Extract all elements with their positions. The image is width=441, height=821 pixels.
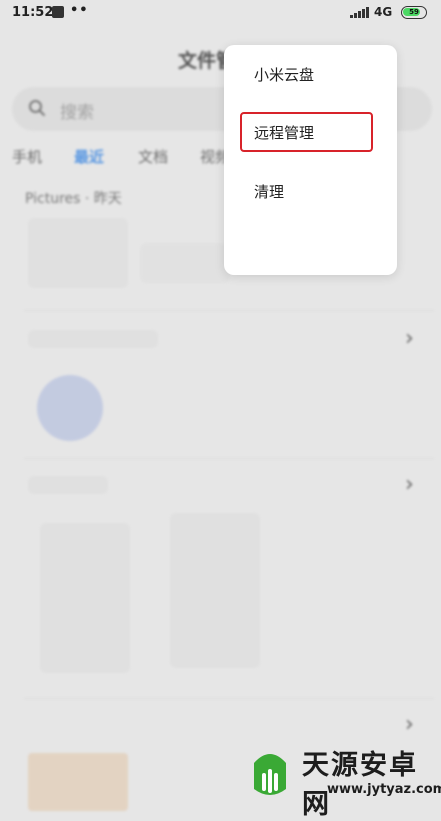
battery-icon: 59 [401, 6, 427, 19]
tab-documents[interactable]: 文档 [138, 146, 168, 167]
image-thumbnail[interactable] [37, 375, 103, 441]
image-thumbnail[interactable] [170, 513, 260, 668]
image-thumbnail[interactable] [28, 753, 128, 811]
section-title: Pictures · 昨天 [25, 191, 122, 207]
search-icon [29, 100, 45, 116]
battery-percent: 59 [409, 8, 419, 16]
recent-thumbnail[interactable] [28, 218, 128, 288]
notification-dots: •• [70, 3, 89, 18]
recent-thumbnail[interactable] [140, 243, 230, 283]
image-thumbnail[interactable] [40, 523, 130, 673]
divider [24, 698, 434, 699]
watermark-logo-icon [254, 754, 286, 795]
highlight-box [240, 112, 373, 152]
tab-recent[interactable]: 最近 [74, 146, 104, 167]
status-time: 11:52 [12, 5, 54, 20]
overflow-menu: 小米云盘 远程管理 清理 [224, 45, 397, 275]
watermark-url: www.jytyaz.com [327, 782, 441, 797]
sim-icon [52, 6, 64, 18]
chevron-right-icon[interactable]: › [405, 712, 414, 737]
network-type: 4G [374, 5, 393, 19]
menu-item-cleanup[interactable]: 清理 [254, 181, 284, 202]
signal-icon [350, 7, 369, 18]
group-label [28, 330, 158, 348]
search-placeholder: 搜索 [60, 103, 94, 123]
chevron-right-icon[interactable]: › [405, 326, 414, 351]
group-label [28, 476, 108, 494]
tab-phone[interactable]: 手机 [12, 146, 42, 167]
chevron-right-icon[interactable]: › [405, 472, 414, 497]
status-bar: 11:52 •• 4G 59 [0, 0, 441, 28]
divider [24, 310, 434, 311]
menu-item-xiaomi-cloud[interactable]: 小米云盘 [254, 64, 314, 85]
watermark: 天源安卓网 www.jytyaz.com [232, 736, 441, 820]
divider [24, 458, 434, 459]
